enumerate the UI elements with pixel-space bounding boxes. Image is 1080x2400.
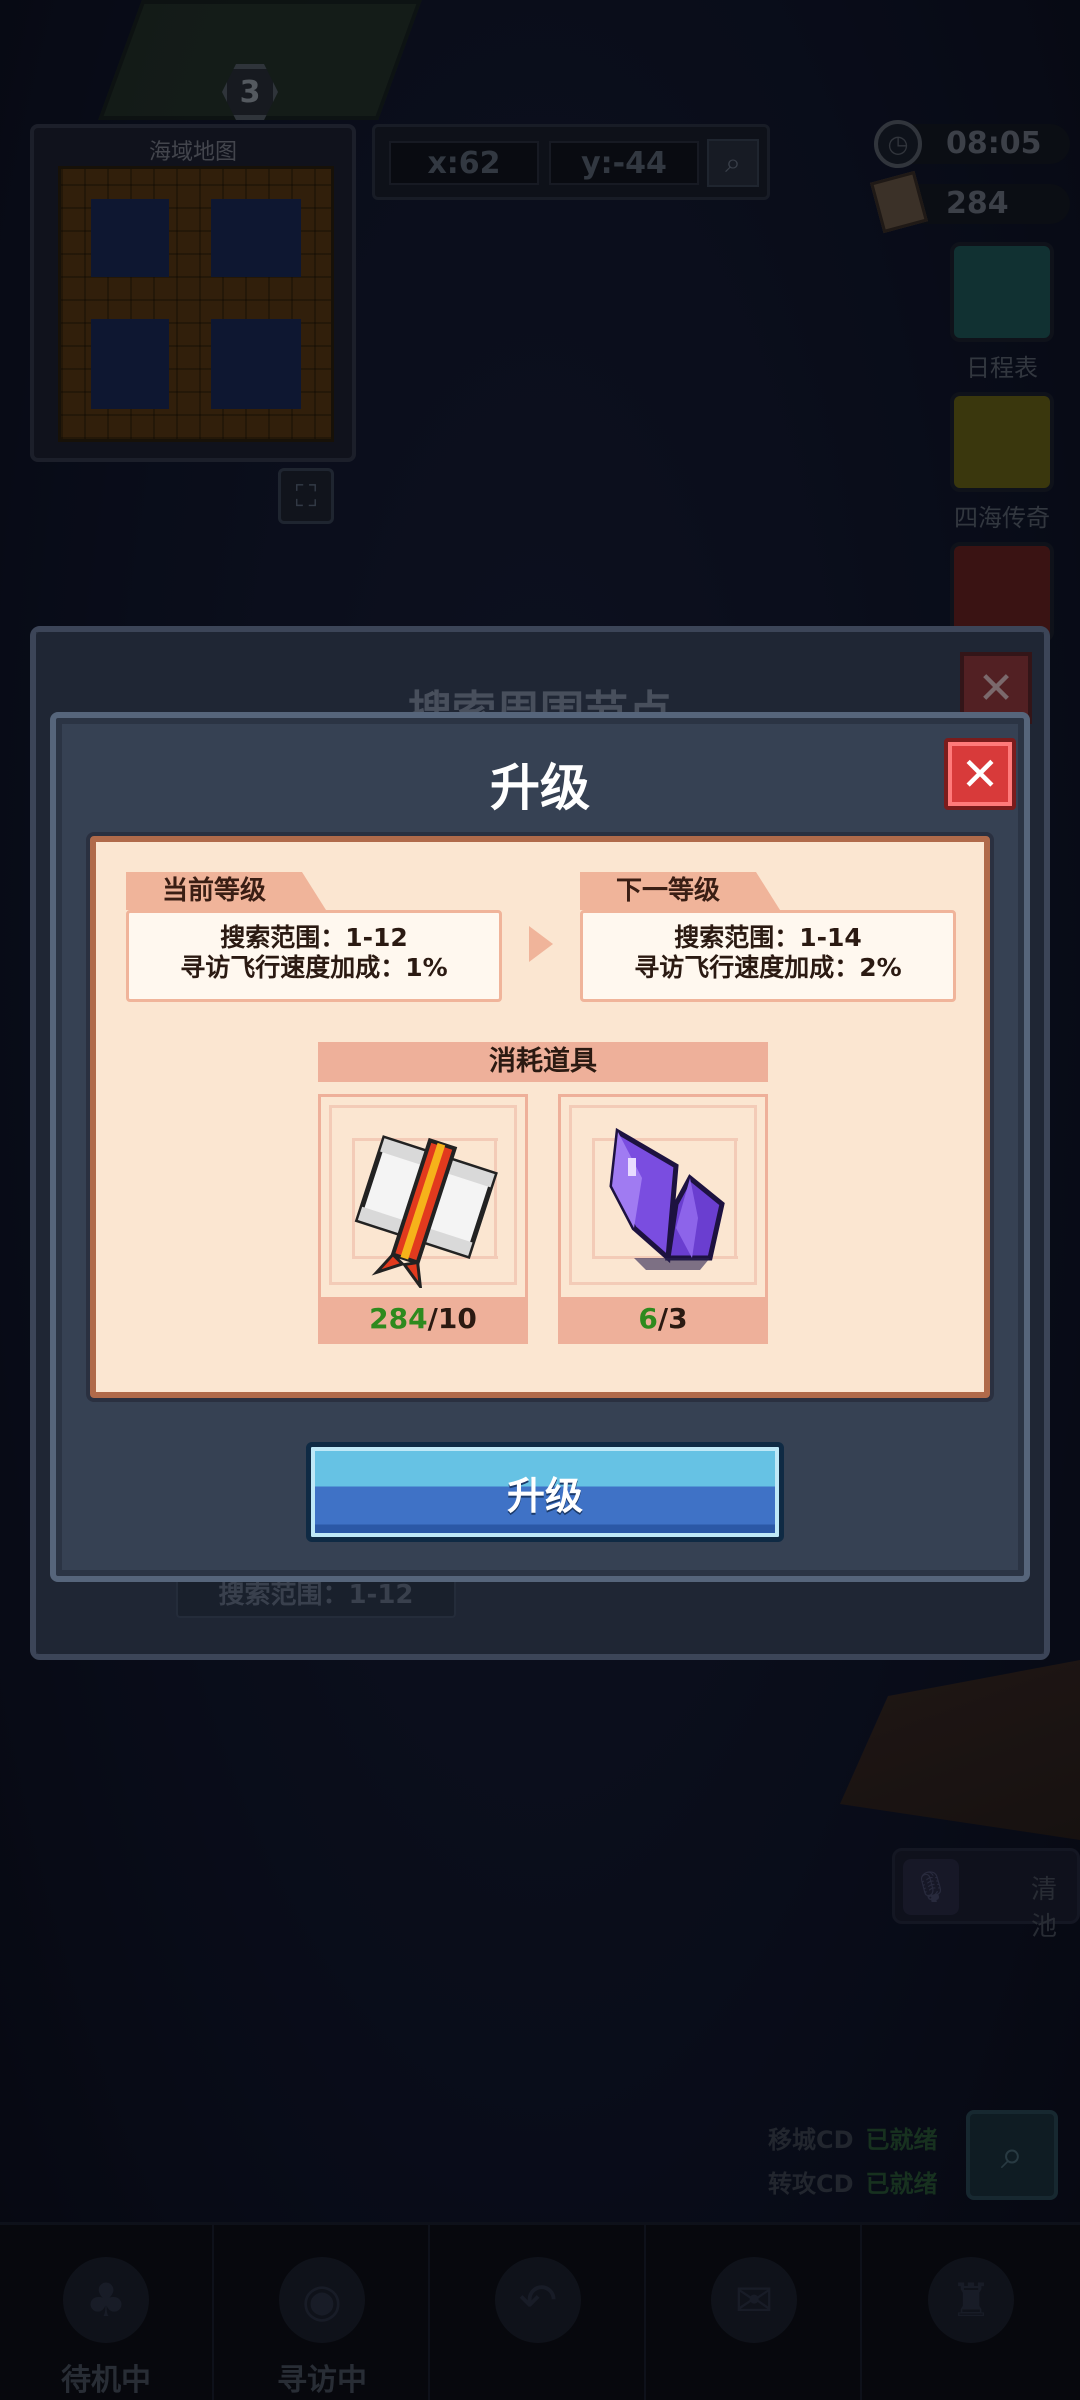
upgrade-button[interactable]: 升级 (306, 1442, 784, 1542)
current-level-card: 当前等级 搜索范围：1-12 寻访飞行速度加成：1% (126, 872, 502, 1002)
scroll-item-icon (354, 1135, 498, 1288)
crystal-have: 6 (638, 1302, 658, 1335)
dialog-title: 升级 (490, 759, 590, 817)
item-frame (569, 1105, 757, 1285)
scroll-have: 284 (369, 1302, 428, 1335)
upgrade-dialog: 升级 ✕ 当前等级 搜索范围：1-12 寻访飞行速度加成：1% 下一等级 搜索范… (50, 712, 1030, 1582)
upgrade-info-panel: 当前等级 搜索范围：1-12 寻访飞行速度加成：1% 下一等级 搜索范围：1-1… (90, 836, 990, 1398)
item-frame (329, 1105, 517, 1288)
crystal-item-slot[interactable]: 6/3 (558, 1094, 768, 1344)
current-speed: 寻访飞行速度加成：1% (180, 953, 448, 982)
crystal-item-count: 6/3 (561, 1297, 765, 1341)
scroll-item-slot[interactable]: 284/10 (318, 1094, 528, 1344)
next-range: 搜索范围：1-14 (674, 923, 862, 952)
crystal-need: /3 (657, 1302, 688, 1335)
current-range: 搜索范围：1-12 (220, 923, 408, 952)
next-level-card: 下一等级 搜索范围：1-14 寻访飞行速度加成：2% (580, 872, 956, 1002)
scroll-item-count: 284/10 (321, 1297, 525, 1341)
consume-items-header: 消耗道具 (318, 1042, 768, 1082)
next-level-tag: 下一等级 (580, 872, 780, 910)
next-speed: 寻访飞行速度加成：2% (634, 953, 902, 982)
arrow-right-icon (529, 926, 553, 962)
next-level-body: 搜索范围：1-14 寻访飞行速度加成：2% (580, 910, 956, 1002)
current-level-tag: 当前等级 (126, 872, 326, 910)
close-icon[interactable]: ✕ (944, 738, 1016, 810)
crystal-item-icon (609, 1127, 725, 1270)
current-level-body: 搜索范围：1-12 寻访飞行速度加成：1% (126, 910, 502, 1002)
scroll-need: /10 (427, 1302, 477, 1335)
